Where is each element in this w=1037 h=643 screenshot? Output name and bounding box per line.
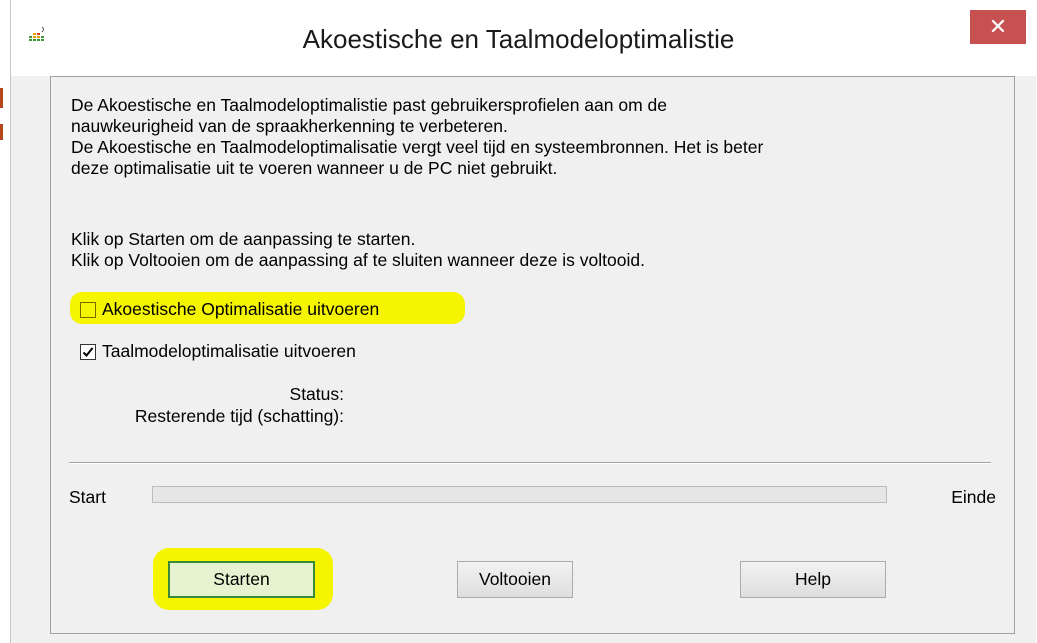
- background-window-edge: [0, 124, 3, 140]
- close-button[interactable]: ✕: [970, 10, 1026, 44]
- language-model-option[interactable]: Taalmodeloptimalisatie uitvoeren: [80, 341, 356, 362]
- screen: Akoestische en Taalmodeloptimalistie ✕ D…: [0, 0, 1037, 643]
- progress-end-label: Einde: [951, 487, 996, 507]
- instructions-text: Klik op Starten om de aanpassing te star…: [71, 229, 645, 270]
- checkmark-icon: [82, 346, 94, 357]
- progress-bar: [152, 486, 887, 503]
- close-icon: ✕: [988, 14, 1008, 39]
- language-model-checkbox[interactable]: [80, 343, 96, 360]
- title-bar[interactable]: Akoestische en Taalmodeloptimalistie ✕: [11, 0, 1036, 76]
- separator: [69, 462, 991, 464]
- language-model-label: Taalmodeloptimalisatie uitvoeren: [102, 341, 356, 361]
- acoustic-optimization-checkbox[interactable]: [80, 301, 96, 318]
- description-text: De Akoestische en Taalmodeloptimalistie …: [71, 95, 764, 178]
- remaining-time-label: Resterende tijd (schatting):: [134, 406, 344, 426]
- acoustic-optimization-option[interactable]: Akoestische Optimalisatie uitvoeren: [80, 299, 379, 320]
- dialog-window: Akoestische en Taalmodeloptimalistie ✕ D…: [10, 0, 1036, 643]
- acoustic-optimization-label: Akoestische Optimalisatie uitvoeren: [102, 299, 380, 319]
- dialog-title: Akoestische en Taalmodeloptimalistie: [302, 24, 735, 54]
- dialog-content: De Akoestische en Taalmodeloptimalistie …: [50, 76, 1015, 634]
- background-window-edge: [0, 88, 3, 108]
- start-button[interactable]: Starten: [168, 561, 315, 598]
- progress-start-label: Start: [69, 487, 106, 507]
- help-button[interactable]: Help: [740, 561, 886, 598]
- status-label: Status:: [289, 384, 344, 404]
- finish-button[interactable]: Voltooien: [457, 561, 573, 598]
